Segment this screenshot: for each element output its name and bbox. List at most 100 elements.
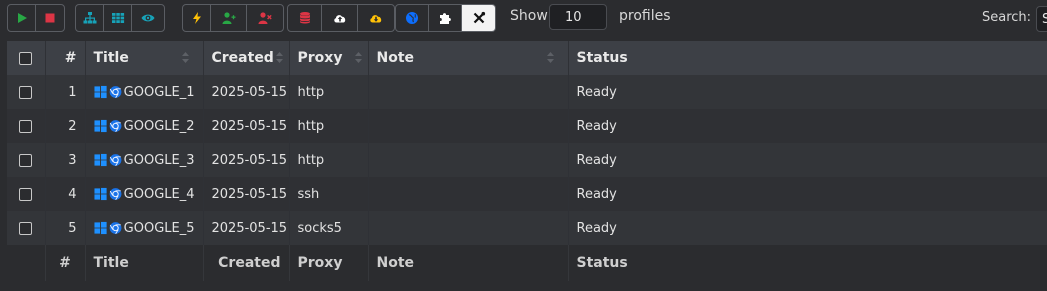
- stop-button[interactable]: [36, 5, 64, 31]
- chrome-icon: [109, 222, 122, 235]
- table-row[interactable]: 1 GOOGLE_1 2025-05-15 http Ready: [7, 75, 1047, 109]
- row-note: [368, 177, 569, 211]
- profile-title: GOOGLE_4: [123, 186, 195, 202]
- column-header-number[interactable]: #: [45, 41, 86, 75]
- row-status: Ready: [568, 75, 1047, 109]
- footer-note: Note: [368, 245, 569, 281]
- select-all-checkbox[interactable]: [19, 51, 33, 65]
- table-header-row: # Title Created Proxy Note Status: [7, 41, 1047, 75]
- column-header-proxy[interactable]: Proxy: [289, 41, 369, 75]
- toolbar-group-run: [7, 4, 65, 32]
- column-header-note-label: Note: [376, 50, 415, 66]
- tools-icon: [473, 11, 485, 24]
- row-status: Ready: [568, 109, 1047, 143]
- row-status: Ready: [568, 177, 1047, 211]
- globe-icon: [406, 12, 418, 24]
- start-button[interactable]: [8, 5, 36, 31]
- row-select-cell: [7, 211, 46, 245]
- user-plus-icon: [222, 12, 235, 24]
- footer-cell-select: [7, 245, 46, 281]
- footer-status: Status: [568, 245, 1047, 281]
- sort-icon: [354, 52, 362, 63]
- toolbar-group-extensions: [395, 4, 496, 32]
- windows-icon: [93, 85, 107, 99]
- table-row[interactable]: 2 GOOGLE_2 2025-05-15 http Ready: [7, 109, 1047, 143]
- extensions-button[interactable]: [429, 5, 462, 31]
- sort-icon: [275, 52, 283, 63]
- page-length-input[interactable]: [549, 4, 607, 30]
- puzzle-icon: [440, 13, 451, 24]
- row-title-cell[interactable]: GOOGLE_2: [85, 109, 204, 143]
- row-created: 2025-05-15: [203, 75, 290, 109]
- user-remove-icon: [258, 12, 272, 24]
- column-header-title[interactable]: Title: [85, 41, 204, 75]
- table-body: 1 GOOGLE_1 2025-05-15 http Ready 2 GOOGLE_2 202…: [7, 75, 1047, 245]
- profile-title: GOOGLE_5: [123, 220, 195, 236]
- toolbar: Show profiles Search:: [0, 0, 1047, 36]
- row-created: 2025-05-15: [203, 211, 290, 245]
- column-header-created[interactable]: Created: [203, 41, 290, 75]
- row-title-cell[interactable]: GOOGLE_1: [85, 75, 204, 109]
- windows-icon: [93, 119, 107, 133]
- select-all-cell: [7, 41, 46, 75]
- row-note: [368, 75, 569, 109]
- table-footer-row: # Title Created Proxy Note Status: [7, 245, 1047, 281]
- row-checkbox[interactable]: [19, 153, 33, 167]
- profiles-label: profiles: [619, 8, 671, 24]
- row-title-cell[interactable]: GOOGLE_5: [85, 211, 204, 245]
- add-profile-button[interactable]: [211, 5, 247, 31]
- chrome-icon: [109, 86, 122, 99]
- column-header-created-label: Created: [211, 50, 274, 66]
- quick-action-button[interactable]: [183, 5, 211, 31]
- chrome-icon: [109, 154, 122, 167]
- tools-button[interactable]: [462, 5, 495, 31]
- row-select-cell: [7, 143, 46, 177]
- table-row[interactable]: 4 GOOGLE_4 2025-05-15 ssh Ready: [7, 177, 1047, 211]
- row-created: 2025-05-15: [203, 109, 290, 143]
- row-status: Ready: [568, 143, 1047, 177]
- download-button[interactable]: [358, 5, 394, 31]
- column-header-status[interactable]: Status: [568, 41, 1047, 75]
- footer-title: Title: [85, 245, 204, 281]
- table-row[interactable]: 3 GOOGLE_3 2025-05-15 http Ready: [7, 143, 1047, 177]
- row-select-cell: [7, 75, 46, 109]
- row-checkbox[interactable]: [19, 119, 33, 133]
- row-number: 5: [45, 211, 86, 245]
- row-proxy: ssh: [289, 177, 369, 211]
- profiles-table: # Title Created Proxy Note Status 1 GOOGL…: [7, 41, 1047, 281]
- column-header-title-label: Title: [93, 50, 129, 66]
- column-header-note[interactable]: Note: [368, 41, 569, 75]
- row-proxy: http: [289, 109, 369, 143]
- chrome-icon: [109, 120, 122, 133]
- search-input[interactable]: [1036, 6, 1047, 32]
- grid-button[interactable]: [104, 5, 132, 31]
- row-checkbox[interactable]: [19, 221, 33, 235]
- row-checkbox[interactable]: [19, 187, 33, 201]
- show-label: Show: [510, 8, 548, 24]
- column-header-proxy-label: Proxy: [297, 50, 343, 66]
- row-proxy: http: [289, 75, 369, 109]
- table-row[interactable]: 5 GOOGLE_5 2025-05-15 socks5 Ready: [7, 211, 1047, 245]
- row-number: 3: [45, 143, 86, 177]
- view-button[interactable]: [132, 5, 164, 31]
- row-checkbox[interactable]: [19, 85, 33, 99]
- remove-profile-button[interactable]: [247, 5, 283, 31]
- row-select-cell: [7, 177, 46, 211]
- browser-button[interactable]: [396, 5, 429, 31]
- footer-proxy: Proxy: [289, 245, 369, 281]
- row-proxy: http: [289, 143, 369, 177]
- row-created: 2025-05-15: [203, 177, 290, 211]
- row-number: 1: [45, 75, 86, 109]
- toolbar-group-data: [287, 4, 395, 32]
- row-status: Ready: [568, 211, 1047, 245]
- row-title-cell[interactable]: GOOGLE_3: [85, 143, 204, 177]
- windows-icon: [93, 187, 107, 201]
- sitemap-button[interactable]: [76, 5, 104, 31]
- database-button[interactable]: [288, 5, 322, 31]
- sort-icon: [181, 52, 189, 63]
- cloud-download-icon: [370, 15, 382, 23]
- upload-button[interactable]: [322, 5, 358, 31]
- row-title-cell[interactable]: GOOGLE_4: [85, 177, 204, 211]
- profile-title: GOOGLE_2: [123, 118, 195, 134]
- row-note: [368, 143, 569, 177]
